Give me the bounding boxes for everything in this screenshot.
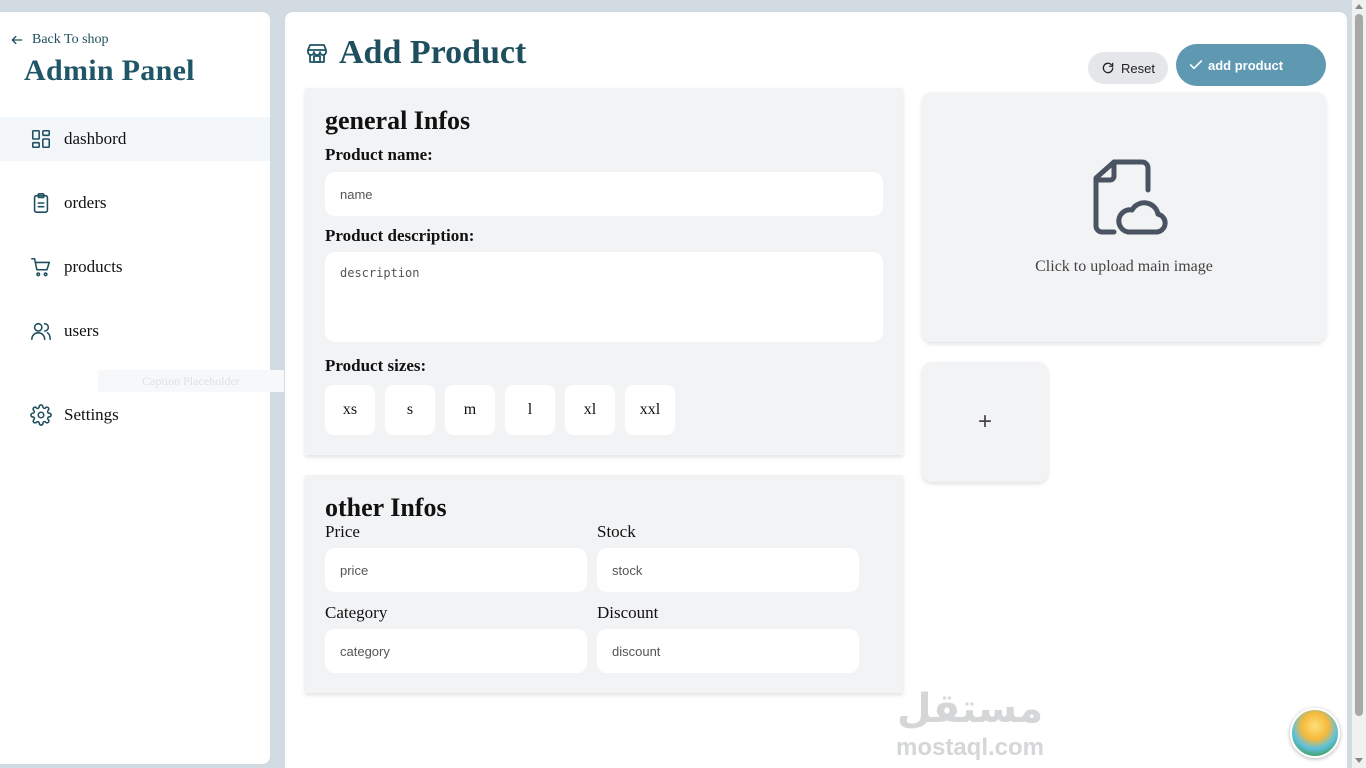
sidebar-item-label: users <box>64 321 99 340</box>
add-product-button-label: add product <box>1208 57 1284 73</box>
watermark-arabic: مستقل <box>896 687 1044 731</box>
users-icon <box>31 322 51 341</box>
scroll-down-arrow-icon[interactable] <box>1355 758 1363 763</box>
size-chip-l[interactable]: l <box>505 385 555 435</box>
page-title: Add Product <box>305 34 526 72</box>
scroll-up-arrow-icon[interactable] <box>1355 4 1363 9</box>
sidebar-item-dashboard[interactable]: dashbord <box>0 117 270 161</box>
reset-button-label: Reset <box>1121 60 1155 76</box>
price-label: Price <box>325 522 360 541</box>
clipboard-icon <box>33 193 49 213</box>
sidebar-item-users[interactable]: users <box>0 309 270 353</box>
page-title-text: Add Product <box>339 34 527 71</box>
size-chip-xs[interactable]: xs <box>325 385 375 435</box>
sidebar-item-label: Settings <box>64 405 119 424</box>
product-description-label: Product description: <box>325 226 475 245</box>
price-input[interactable] <box>325 548 587 592</box>
product-name-label: Product name: <box>325 145 433 164</box>
gear-icon <box>30 404 52 426</box>
file-cloud-upload-icon <box>1093 159 1168 235</box>
back-to-shop-label: Back To shop <box>32 32 109 47</box>
stock-label: Stock <box>597 522 636 541</box>
main-image-upload[interactable]: Click to upload main image <box>922 92 1326 342</box>
size-chip-xxl[interactable]: xxl <box>625 385 675 435</box>
sidebar-item-label: products <box>64 257 123 276</box>
sidebar-item-settings[interactable]: Settings <box>0 393 270 437</box>
faded-caption: Caption Placeholder <box>98 370 284 392</box>
vertical-scrollbar[interactable] <box>1352 0 1366 768</box>
cart-icon <box>31 257 51 277</box>
stock-input[interactable] <box>597 548 859 592</box>
watermark-latin: mostaql.com <box>895 734 1045 761</box>
watermark: مستقل mostaql.com <box>885 684 1055 762</box>
arrow-left-icon <box>11 35 23 45</box>
product-name-input[interactable] <box>325 172 883 216</box>
main-panel: Add Product Reset add product general In… <box>285 12 1347 768</box>
category-label: Category <box>325 603 388 622</box>
sidebar-item-products[interactable]: products <box>0 245 270 289</box>
add-image-button[interactable]: + <box>922 362 1048 482</box>
size-chip-m[interactable]: m <box>445 385 495 435</box>
back-to-shop-link[interactable]: Back To shop <box>10 32 109 48</box>
brand-title: Admin Panel <box>24 54 195 87</box>
category-input[interactable] <box>325 629 587 673</box>
product-description-input[interactable] <box>325 252 883 342</box>
product-sizes-label: Product sizes: <box>325 356 427 375</box>
store-icon <box>307 44 327 63</box>
size-chip-xl[interactable]: xl <box>565 385 615 435</box>
discount-input[interactable] <box>597 629 859 673</box>
general-info-title: general Infos <box>325 106 471 135</box>
avatar[interactable] <box>1290 708 1340 758</box>
sidebar-item-label: orders <box>64 193 107 212</box>
check-icon <box>1189 60 1203 70</box>
scroll-thumb[interactable] <box>1355 14 1363 716</box>
sidebar: Back To shop Admin Panel dashbord orders… <box>0 12 284 764</box>
add-product-button[interactable]: add product <box>1176 44 1326 86</box>
upload-main-text: Click to upload main image <box>1035 258 1213 275</box>
other-info-card: other Infos Price Stock Category Discoun… <box>305 475 903 693</box>
discount-label: Discount <box>597 603 659 622</box>
dashboard-icon <box>31 129 51 149</box>
sidebar-item-label: dashbord <box>64 129 127 148</box>
size-chip-s[interactable]: s <box>385 385 435 435</box>
refresh-icon <box>1102 62 1114 74</box>
other-info-title: other Infos <box>325 493 447 522</box>
reset-button[interactable]: Reset <box>1088 52 1168 84</box>
general-info-card: general Infos Product name: Product desc… <box>305 88 903 455</box>
sidebar-item-orders[interactable]: orders <box>0 181 270 225</box>
